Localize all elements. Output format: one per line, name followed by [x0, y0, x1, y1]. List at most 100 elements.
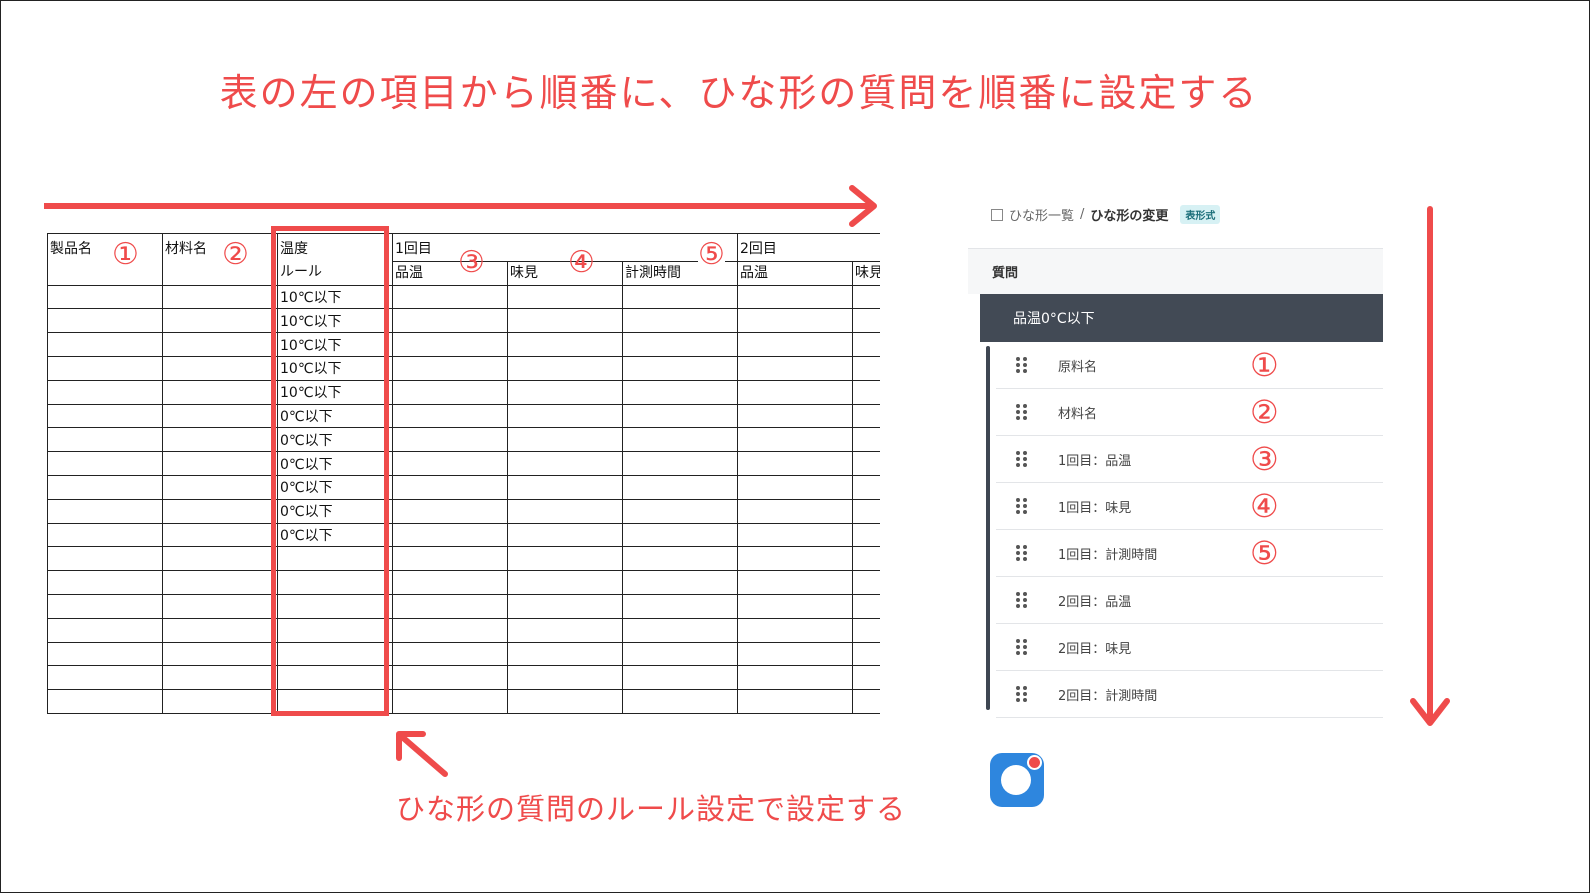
table-cell — [737, 284, 853, 310]
table-cell — [622, 451, 738, 476]
chat-assistant-button[interactable] — [990, 753, 1044, 807]
table-cell — [162, 403, 278, 429]
question-label: 原料名 — [1058, 359, 1098, 375]
col-header-ajimi: 味見 — [507, 260, 623, 286]
table-row: 10℃以下 — [47, 355, 880, 381]
table-cell — [47, 617, 163, 643]
table-cell — [507, 379, 623, 405]
table-cell — [737, 355, 853, 381]
table-row: 0℃以下 — [47, 403, 880, 429]
caption: ひな形の質問のルール設定で設定する — [396, 792, 907, 826]
table-cell — [392, 617, 508, 643]
selected-question[interactable]: 品温0°C以下 — [980, 294, 1383, 342]
table-cell — [162, 593, 278, 619]
table-cell — [852, 474, 880, 500]
table-cell — [47, 427, 163, 453]
table-cell — [162, 689, 278, 714]
drag-handle-icon[interactable] — [1016, 357, 1028, 373]
table-cell — [507, 498, 623, 524]
question-item[interactable]: 1回目：計測時間 ⑤ — [996, 530, 1383, 577]
table-cell — [852, 641, 880, 667]
table-cell — [507, 308, 623, 334]
question-label: 1回目：計測時間 — [1058, 547, 1158, 563]
table-cell — [622, 379, 738, 405]
table-cell — [162, 617, 278, 643]
table-cell — [162, 546, 278, 572]
table-cell — [162, 570, 278, 595]
table-row — [47, 665, 880, 691]
table-cell — [622, 332, 738, 357]
table-cell — [852, 451, 880, 476]
list-icon — [991, 208, 1003, 221]
table-row: 10℃以下 — [47, 284, 880, 310]
drag-handle-icon[interactable] — [1016, 498, 1028, 514]
table-cell — [507, 570, 623, 595]
table-cell — [47, 593, 163, 619]
drag-handle-icon[interactable] — [1016, 639, 1028, 655]
table-cell — [507, 546, 623, 572]
table-cell — [47, 284, 163, 310]
table-row — [47, 617, 880, 643]
question-label: 2回目：計測時間 — [1058, 688, 1158, 704]
drag-handle-icon[interactable] — [1016, 545, 1028, 561]
table-cell — [737, 403, 853, 429]
table-cell — [392, 689, 508, 714]
table-cell — [852, 379, 880, 405]
table-cell — [622, 355, 738, 381]
table-cell — [392, 570, 508, 595]
drag-handle-icon[interactable] — [1016, 686, 1028, 702]
table-cell — [507, 451, 623, 476]
question-item[interactable]: 材料名 ② — [996, 389, 1383, 436]
table-cell — [392, 332, 508, 357]
slide-heading: 表の左の項目から順番に、ひな形の質問を順番に設定する — [219, 71, 1259, 115]
table-cell — [162, 284, 278, 310]
question-label: 2回目：品温 — [1058, 594, 1132, 610]
table-cell — [622, 641, 738, 667]
table-row: 0℃以下 — [47, 498, 880, 524]
notification-dot — [1027, 755, 1042, 770]
table-cell — [622, 308, 738, 334]
table-cell — [737, 570, 853, 595]
question-item[interactable]: 2回目：計測時間 — [996, 671, 1383, 718]
drag-handle-icon[interactable] — [1016, 592, 1028, 608]
question-item[interactable]: 原料名 ① — [996, 342, 1383, 389]
question-item[interactable]: 1回目：品温 ③ — [996, 436, 1383, 483]
table-cell — [392, 284, 508, 310]
table-cell — [162, 522, 278, 548]
question-item[interactable]: 2回目：味見 — [996, 624, 1383, 671]
table-cell — [392, 474, 508, 500]
table-cell — [507, 641, 623, 667]
table-cell — [162, 498, 278, 524]
question-list: 原料名 ① 材料名 ② 1回目：品温 ③ 1回目：味見 ④ 1回目：計測時間 ⑤ 2回目：品温 2回目… — [984, 342, 1383, 718]
table-cell — [392, 355, 508, 381]
table-cell — [47, 689, 163, 714]
table-cell — [507, 474, 623, 500]
table-cell — [47, 665, 163, 691]
drag-handle-icon[interactable] — [1016, 404, 1028, 420]
table-cell — [47, 498, 163, 524]
table-cell — [852, 522, 880, 548]
table-row — [47, 593, 880, 619]
table-cell — [737, 522, 853, 548]
table-cell — [622, 570, 738, 595]
question-label: 1回目：味見 — [1058, 500, 1132, 516]
table-row: 10℃以下 — [47, 379, 880, 405]
table-cell — [852, 427, 880, 453]
table-cell — [507, 284, 623, 310]
table-cell — [852, 617, 880, 643]
breadcrumb-list-link[interactable]: ひな形一覧 — [1009, 205, 1074, 224]
format-badge: 表形式 — [1180, 205, 1221, 224]
temp-rule-highlight — [271, 226, 389, 716]
question-item[interactable]: 1回目：味見 ④ — [996, 483, 1383, 530]
table-cell — [507, 332, 623, 357]
table-cell — [737, 593, 853, 619]
breadcrumb: ひな形一覧 / ひな形の変更 表形式 — [991, 205, 1221, 224]
drag-handle-icon[interactable] — [1016, 451, 1028, 467]
col-header-hinon: 品温 — [392, 260, 508, 286]
table-cell — [622, 498, 738, 524]
marker-3: ③ — [458, 245, 485, 280]
table-cell — [392, 665, 508, 691]
table-cell — [852, 284, 880, 310]
up-left-arrow-icon — [396, 731, 448, 777]
question-item[interactable]: 2回目：品温 — [996, 577, 1383, 624]
